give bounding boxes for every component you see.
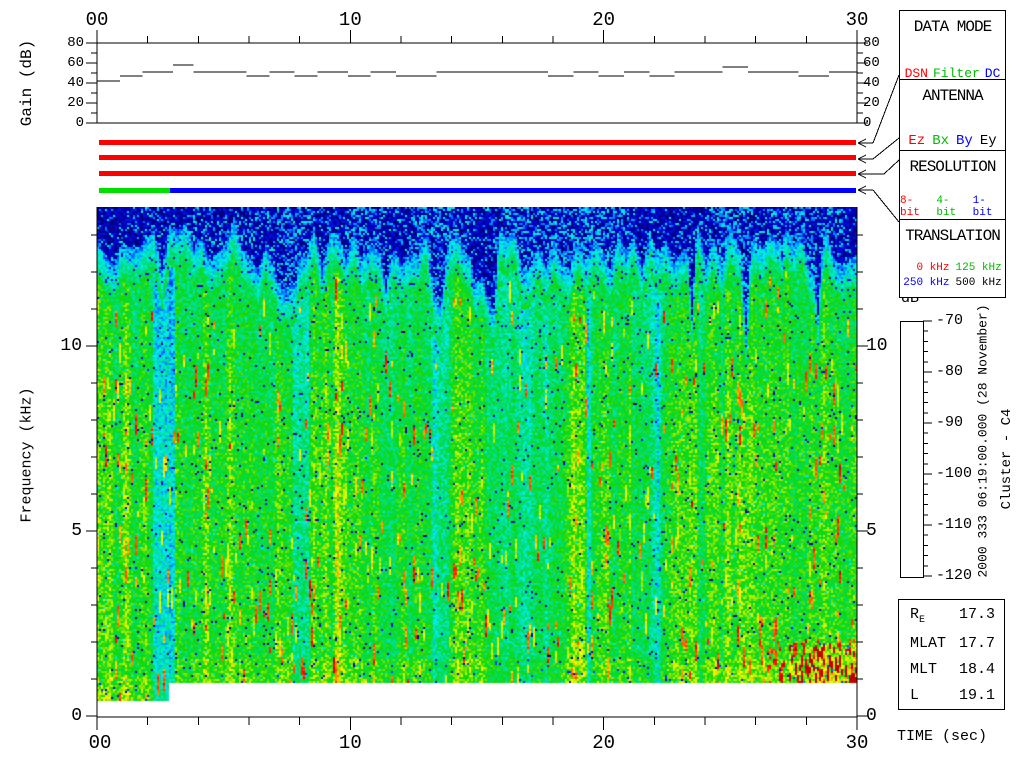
axis-line <box>857 142 867 148</box>
data-mode-bar <box>99 140 856 145</box>
table-row-label: L <box>910 686 920 704</box>
axis-line <box>857 158 867 164</box>
option-bx: Bx <box>932 133 949 149</box>
table-row: RE 17.3 <box>899 606 1004 626</box>
antenna-box-title: ANTENNA <box>922 87 983 105</box>
option-500-khz: 500 kHz <box>955 277 1002 289</box>
translation-bar <box>99 188 856 193</box>
table-row-value: 19.1 <box>958 686 995 704</box>
option-0-khz: 0 kHz <box>916 262 950 274</box>
colorbar-gradient <box>900 321 924 578</box>
status-bar-segment <box>99 171 856 176</box>
table-row-label: MLT <box>910 660 938 678</box>
axis-line <box>872 137 900 160</box>
table-row-label: RE <box>910 605 926 626</box>
option-250-khz: 250 kHz <box>903 277 950 289</box>
status-bar-segment <box>99 188 170 193</box>
axis-line <box>872 74 900 144</box>
option-1-bit: 1-bit <box>972 195 993 219</box>
data-mode-box-title: DATA MODE <box>913 18 992 36</box>
option-by: By <box>956 133 973 149</box>
antenna-options: Ez Bx By Ey <box>908 133 996 149</box>
status-bar-segment <box>99 140 856 145</box>
option-8-bit: 8-bit <box>900 195 920 219</box>
resolution-options: 8-bit 4-bit 1-bit <box>900 195 1005 219</box>
option-ez: Ez <box>908 133 926 149</box>
table-row-value: 17.3 <box>958 605 995 623</box>
status-bar-segment <box>169 188 856 193</box>
axis-line <box>883 159 900 175</box>
axis-line <box>857 154 867 160</box>
table-row: L 19.1 <box>899 687 1004 704</box>
antenna-bar <box>99 155 856 160</box>
axis-line <box>857 185 867 191</box>
table-row: MLAT 17.7 <box>899 635 1004 652</box>
axes-overlay <box>86 30 932 730</box>
table-row-label: MLAT <box>910 634 947 652</box>
translation-box-title: TRANSLATION <box>905 227 1001 245</box>
option-125-khz: 125 kHz <box>955 262 1002 274</box>
resolution-bar <box>99 171 856 176</box>
status-bar-segment <box>99 155 856 160</box>
axis-line <box>872 189 900 223</box>
axis-line <box>857 169 867 175</box>
axis-line <box>857 138 867 144</box>
translation-options: 0 kHz 125 kHz 250 kHz 500 kHz <box>903 262 1001 289</box>
option-ey: Ey <box>979 133 997 149</box>
table-row-value: 17.7 <box>958 634 995 652</box>
option-4-bit: 4-bit <box>936 195 957 219</box>
data-mode-box: DATA MODE DSN Filter DC <box>899 10 1006 90</box>
orbit-parameter-table: RE 17.3 MLAT 17.7 MLT 18.4 L 19.1 <box>898 599 1005 710</box>
translation-box: TRANSLATION 0 kHz 125 kHz 250 kHz 500 kHz <box>899 219 1006 298</box>
antenna-box: ANTENNA Ez Bx By Ey <box>899 79 1006 158</box>
resolution-box: RESOLUTION 8-bit 4-bit 1-bit <box>899 150 1006 228</box>
axis-line <box>857 189 867 195</box>
table-row-value: 18.4 <box>958 660 995 678</box>
table-row: MLT 18.4 <box>899 661 1004 678</box>
axis-line <box>857 173 867 179</box>
wbd-plot-page: Gain (dB) Frequency (kHz) 2000 333 06:19… <box>0 0 1024 768</box>
resolution-box-title: RESOLUTION <box>909 158 996 176</box>
